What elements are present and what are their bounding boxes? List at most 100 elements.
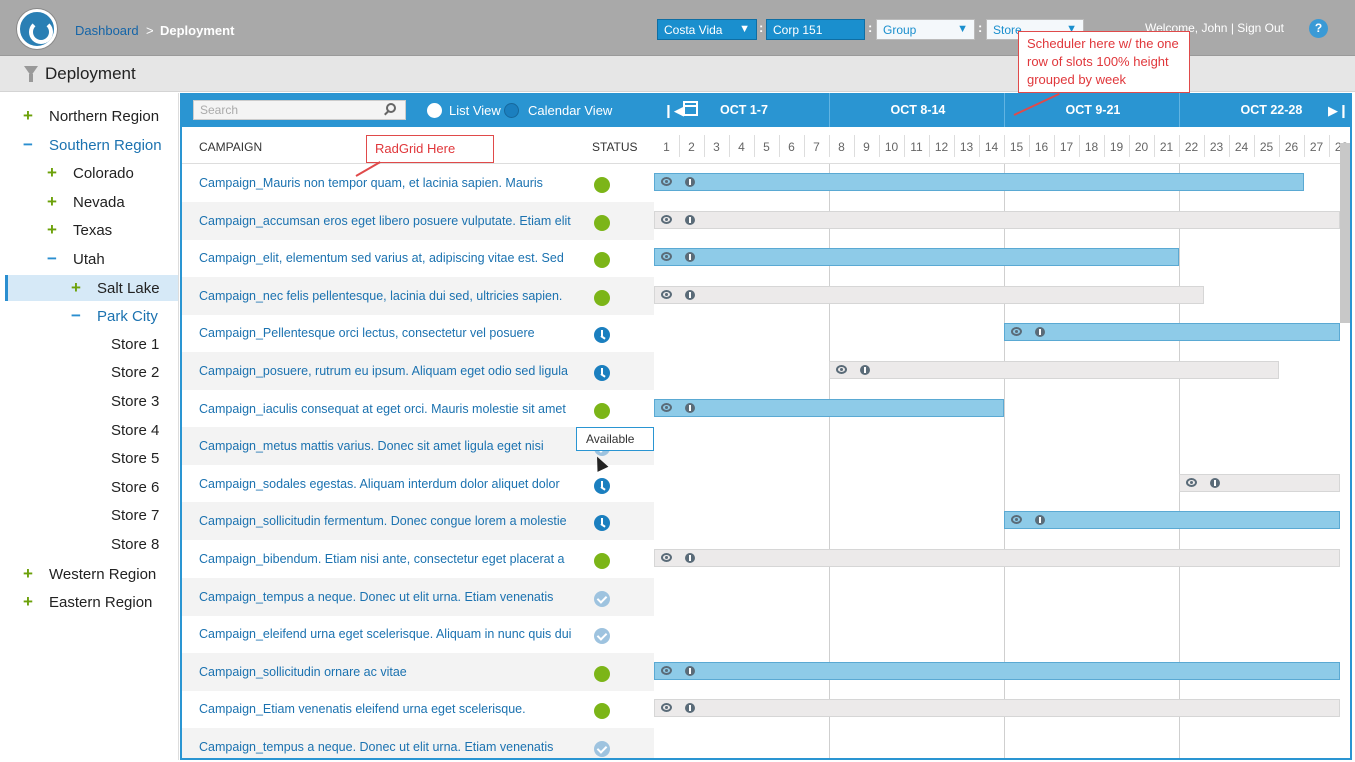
search-icon[interactable] <box>386 103 396 113</box>
campaign-schedule-bar[interactable] <box>654 549 1340 567</box>
table-row[interactable]: Campaign_elit, elementum sed varius at, … <box>182 239 654 277</box>
campaign-schedule-bar[interactable] <box>654 699 1340 718</box>
eye-icon[interactable] <box>661 177 672 186</box>
campaign-name-link[interactable]: Campaign_sollicitudin fermentum. Donec c… <box>199 514 567 528</box>
collapse-icon[interactable]: − <box>23 132 39 158</box>
campaign-name-link[interactable]: Campaign_Pellentesque orci lectus, conse… <box>199 326 535 340</box>
breadcrumb-dashboard-link[interactable]: Dashboard <box>75 23 139 38</box>
campaign-schedule-bar[interactable] <box>654 661 1340 680</box>
status-active-icon[interactable] <box>594 252 610 269</box>
campaign-schedule-bar[interactable] <box>1004 323 1340 342</box>
tree-item[interactable]: + Colorado <box>5 160 178 186</box>
campaign-schedule-bar[interactable] <box>1179 473 1340 492</box>
campaign-name-link[interactable]: Campaign_metus mattis varius. Donec sit … <box>199 439 544 453</box>
expand-icon[interactable]: + <box>47 189 63 215</box>
campaign-name-link[interactable]: Campaign_posuere, rutrum eu ipsum. Aliqu… <box>199 364 568 378</box>
table-row[interactable]: Campaign_bibendum. Etiam nisi ante, cons… <box>182 540 654 578</box>
table-row[interactable]: Campaign_tempus a neque. Donec ut elit u… <box>182 577 654 616</box>
search-input[interactable]: Search <box>193 100 406 120</box>
expand-icon[interactable]: + <box>23 561 39 587</box>
campaign-name-link[interactable]: Campaign_elit, elementum sed varius at, … <box>199 251 564 265</box>
help-icon[interactable]: ? <box>1309 19 1328 38</box>
campaign-schedule-bar[interactable] <box>654 210 1340 229</box>
status-active-icon[interactable] <box>594 665 610 682</box>
eye-icon[interactable] <box>836 365 847 374</box>
status-active-icon[interactable] <box>594 177 610 193</box>
app-logo-icon[interactable] <box>17 9 57 49</box>
tree-item[interactable]: − Utah <box>5 246 178 272</box>
table-row[interactable]: Campaign_Etiam venenatis eleifend urna e… <box>182 690 654 728</box>
info-icon[interactable] <box>685 214 695 225</box>
table-row[interactable]: Campaign_tempus a neque. Donec ut elit u… <box>182 728 654 758</box>
table-row[interactable]: Campaign_sodales egestas. Aliquam interd… <box>182 465 654 503</box>
info-icon[interactable] <box>685 177 695 187</box>
table-row[interactable]: Campaign_iaculis consequat at eget orci.… <box>182 390 654 428</box>
info-icon[interactable] <box>685 252 695 263</box>
expand-icon[interactable]: + <box>47 160 63 186</box>
calendar-view-radio[interactable] <box>504 103 519 118</box>
eye-icon[interactable] <box>661 703 672 713</box>
scrollbar[interactable] <box>1340 143 1350 323</box>
status-scheduled-icon[interactable] <box>594 327 610 344</box>
tree-item[interactable]: Store 8 <box>5 532 178 558</box>
campaign-schedule-bar[interactable] <box>829 361 1279 379</box>
status-available-icon[interactable] <box>594 590 610 607</box>
info-icon[interactable] <box>1035 515 1045 526</box>
status-available-icon[interactable] <box>594 628 610 645</box>
campaign-name-link[interactable]: Campaign_accumsan eros eget libero posue… <box>199 214 571 228</box>
campaign-name-link[interactable]: Campaign_bibendum. Etiam nisi ante, cons… <box>199 552 565 566</box>
eye-icon[interactable] <box>661 402 672 412</box>
table-row[interactable]: Campaign_accumsan eros eget libero posue… <box>182 201 654 240</box>
info-icon[interactable] <box>685 289 695 300</box>
tree-item[interactable]: Store 3 <box>5 389 178 415</box>
campaign-name-link[interactable]: Campaign_tempus a neque. Donec ut elit u… <box>199 740 553 754</box>
tree-item[interactable]: Store 6 <box>5 475 178 501</box>
info-icon[interactable] <box>1210 477 1220 488</box>
table-row[interactable]: Campaign_posuere, rutrum eu ipsum. Aliqu… <box>182 352 654 390</box>
collapse-icon[interactable]: − <box>71 303 87 329</box>
eye-icon[interactable] <box>1011 515 1022 525</box>
table-row[interactable]: Campaign_sollicitudin fermentum. Donec c… <box>182 502 654 541</box>
corp-select[interactable]: Corp 151 <box>766 19 865 40</box>
campaign-name-link[interactable]: Campaign_sodales egestas. Aliquam interd… <box>199 477 560 491</box>
tree-item[interactable]: Store 4 <box>5 418 178 444</box>
tree-item[interactable]: + Northern Region <box>5 103 178 129</box>
table-row[interactable]: Campaign_eleifend urna eget scelerisque.… <box>182 615 654 653</box>
calendar-icon[interactable] <box>683 101 698 116</box>
eye-icon[interactable] <box>661 553 672 562</box>
tree-item[interactable]: + Nevada <box>5 189 178 215</box>
list-view-radio[interactable] <box>427 103 442 118</box>
expand-icon[interactable]: + <box>47 217 63 243</box>
collapse-icon[interactable]: − <box>47 246 63 272</box>
status-scheduled-icon[interactable] <box>594 515 610 532</box>
status-active-icon[interactable] <box>594 703 610 720</box>
tree-item[interactable]: Store 2 <box>5 360 178 386</box>
tree-item[interactable]: + Eastern Region <box>5 589 178 615</box>
campaign-name-link[interactable]: Campaign_nec felis pellentesque, lacinia… <box>199 289 562 303</box>
campaign-name-link[interactable]: Campaign_eleifend urna eget scelerisque.… <box>199 627 571 641</box>
campaign-name-link[interactable]: Campaign_iaculis consequat at eget orci.… <box>199 402 566 416</box>
status-active-icon[interactable] <box>594 289 610 306</box>
tree-item[interactable]: Store 1 <box>5 332 178 358</box>
status-active-icon[interactable] <box>594 553 610 569</box>
tree-item[interactable]: − Southern Region <box>5 132 178 158</box>
campaign-schedule-bar[interactable] <box>654 173 1304 191</box>
tree-item[interactable]: − Park City <box>5 303 178 329</box>
campaign-name-link[interactable]: Campaign_Mauris non tempor quam, et laci… <box>199 176 543 190</box>
table-row[interactable]: Campaign_sollicitudin ornare ac vitae <box>182 652 654 691</box>
info-icon[interactable] <box>860 365 870 375</box>
status-scheduled-icon[interactable] <box>594 477 610 494</box>
eye-icon[interactable] <box>661 289 672 299</box>
column-header-status[interactable]: STATUS <box>592 140 638 154</box>
calendar-view-label[interactable]: Calendar View <box>528 103 612 118</box>
nav-first-icon[interactable]: ❙◀ <box>663 103 684 119</box>
campaign-name-link[interactable]: Campaign_tempus a neque. Donec ut elit u… <box>199 590 553 604</box>
campaign-schedule-bar[interactable] <box>1004 511 1340 530</box>
eye-icon[interactable] <box>661 252 672 262</box>
campaign-name-link[interactable]: Campaign_Etiam venenatis eleifend urna e… <box>199 702 526 716</box>
eye-icon[interactable] <box>1011 327 1022 337</box>
campaign-schedule-bar[interactable] <box>654 285 1204 304</box>
status-active-icon[interactable] <box>594 402 610 419</box>
info-icon[interactable] <box>1035 327 1045 338</box>
info-icon[interactable] <box>685 553 695 563</box>
